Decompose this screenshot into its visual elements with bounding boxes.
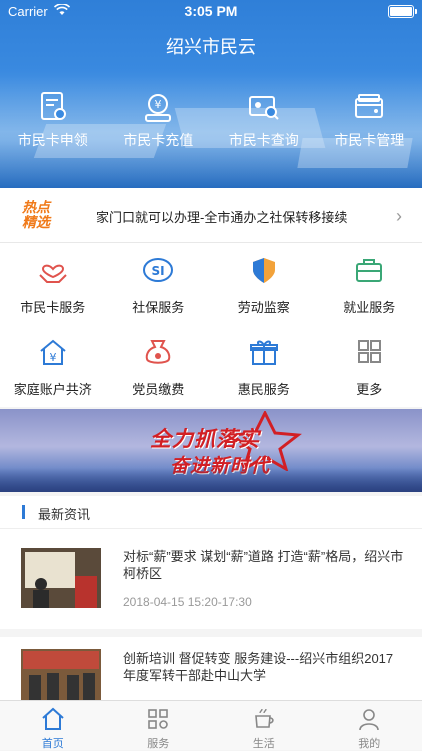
card-query-label: 市民卡查询 xyxy=(211,130,317,150)
service-labor-inspection[interactable]: 劳动监察 xyxy=(211,243,317,325)
banner-city-skyline xyxy=(0,468,422,492)
service-employment[interactable]: 就业服务 xyxy=(317,243,422,325)
status-time: 3:05 PM xyxy=(0,3,422,19)
chevron-right-icon: › xyxy=(396,206,402,227)
card-manage-button[interactable]: 市民卡管理 xyxy=(317,90,422,152)
hot-badge-line2: 精选 xyxy=(22,215,62,230)
service-card-service[interactable]: 市民卡服务 xyxy=(0,243,106,325)
service-label: 更多 xyxy=(317,379,422,398)
service-label: 惠民服务 xyxy=(211,379,317,398)
card-manage-icon xyxy=(351,90,387,124)
service-more[interactable]: 更多 xyxy=(317,325,422,407)
card-apply-icon xyxy=(35,90,71,124)
page-title: 绍兴市民云 xyxy=(0,33,422,59)
svg-text:¥: ¥ xyxy=(155,98,162,111)
card-manage-label: 市民卡管理 xyxy=(317,130,422,150)
party-bag-icon xyxy=(142,337,174,367)
service-label: 社保服务 xyxy=(106,297,212,316)
tab-label: 我的 xyxy=(317,735,422,751)
service-label: 家庭账户共济 xyxy=(0,379,106,398)
promo-banner[interactable]: 全力抓落实 奋进新时代 xyxy=(0,409,422,492)
bottom-tab-bar: 首页 服务 生活 我的 xyxy=(0,700,422,750)
more-grid-icon xyxy=(353,337,385,367)
hot-topic-badge: 热点 精选 xyxy=(22,200,62,230)
news-item[interactable]: 创新培训 督促转变 服务建设---绍兴市组织2017年度军转干部赴中山大学 xyxy=(0,637,422,702)
service-grid: 市民卡服务 SI 社保服务 劳动监察 就业服务 ¥ 家庭账户共济 xyxy=(0,243,422,407)
news-section-title: 最新资讯 xyxy=(38,504,90,523)
gift-icon xyxy=(248,337,280,367)
service-label: 就业服务 xyxy=(317,297,422,316)
services-grid-icon xyxy=(145,706,171,732)
briefcase-icon xyxy=(353,255,385,285)
tab-home[interactable]: 首页 xyxy=(0,701,106,750)
banner-line1: 全力抓落实 xyxy=(150,423,260,453)
service-party-fee[interactable]: 党员缴费 xyxy=(106,325,212,407)
card-actions: 市民卡申领 ¥ 市民卡充值 市民卡查询 xyxy=(0,90,422,152)
service-label: 党员缴费 xyxy=(106,379,212,398)
tab-label: 生活 xyxy=(211,735,317,751)
service-benefit[interactable]: 惠民服务 xyxy=(211,325,317,407)
section-accent-bar xyxy=(22,505,25,519)
news-thumbnail xyxy=(21,649,101,702)
card-query-button[interactable]: 市民卡查询 xyxy=(211,90,317,152)
service-family-account[interactable]: ¥ 家庭账户共济 xyxy=(0,325,106,407)
service-social-security[interactable]: SI 社保服务 xyxy=(106,243,212,325)
tab-label: 服务 xyxy=(106,735,212,751)
card-query-icon xyxy=(246,90,282,124)
card-apply-button[interactable]: 市民卡申领 xyxy=(0,90,106,152)
card-recharge-icon: ¥ xyxy=(140,90,176,124)
service-label: 劳动监察 xyxy=(211,297,317,316)
user-icon xyxy=(356,706,382,732)
coffee-cup-icon xyxy=(251,706,277,732)
service-label: 市民卡服务 xyxy=(0,297,106,316)
news-date: 2018-04-15 15:20-17:30 xyxy=(123,595,252,609)
news-item[interactable]: 对标“薪”要求 谋划“薪”道路 打造“薪”格局，绍兴市柯桥区 2018-04-1… xyxy=(0,529,422,637)
news-title: 创新培训 督促转变 服务建设---绍兴市组织2017年度军转干部赴中山大学 xyxy=(123,650,404,684)
card-recharge-button[interactable]: ¥ 市民卡充值 xyxy=(106,90,212,152)
hot-badge-line1: 热点 xyxy=(22,200,62,215)
tab-mine[interactable]: 我的 xyxy=(317,701,422,750)
tab-services[interactable]: 服务 xyxy=(106,701,212,750)
tab-label: 首页 xyxy=(0,735,106,751)
status-bar: Carrier 3:05 PM xyxy=(0,0,422,22)
heart-hand-icon xyxy=(37,255,69,285)
tab-life[interactable]: 生活 xyxy=(211,701,317,750)
news-thumbnail xyxy=(21,548,101,608)
svg-text:SI: SI xyxy=(152,264,165,278)
battery-icon xyxy=(388,5,414,18)
card-recharge-label: 市民卡充值 xyxy=(106,130,212,150)
home-icon xyxy=(40,706,66,732)
news-title: 对标“薪”要求 谋划“薪”道路 打造“薪”格局，绍兴市柯桥区 xyxy=(123,548,404,582)
header-hero: Carrier 3:05 PM 绍兴市民云 市民卡申领 ¥ 市民卡 xyxy=(0,0,422,188)
yuan-house-icon: ¥ xyxy=(37,337,69,367)
hot-topic-bar[interactable]: 热点 精选 家门口就可以办理-全市通办之社保转移接续 › xyxy=(0,188,422,243)
hot-topic-text: 家门口就可以办理-全市通办之社保转移接续 xyxy=(96,207,347,226)
card-apply-label: 市民卡申领 xyxy=(0,130,106,150)
news-section-header: 最新资讯 xyxy=(0,496,422,529)
shield-icon xyxy=(248,255,280,285)
svg-text:¥: ¥ xyxy=(49,351,56,364)
si-logo-icon: SI xyxy=(142,255,174,285)
